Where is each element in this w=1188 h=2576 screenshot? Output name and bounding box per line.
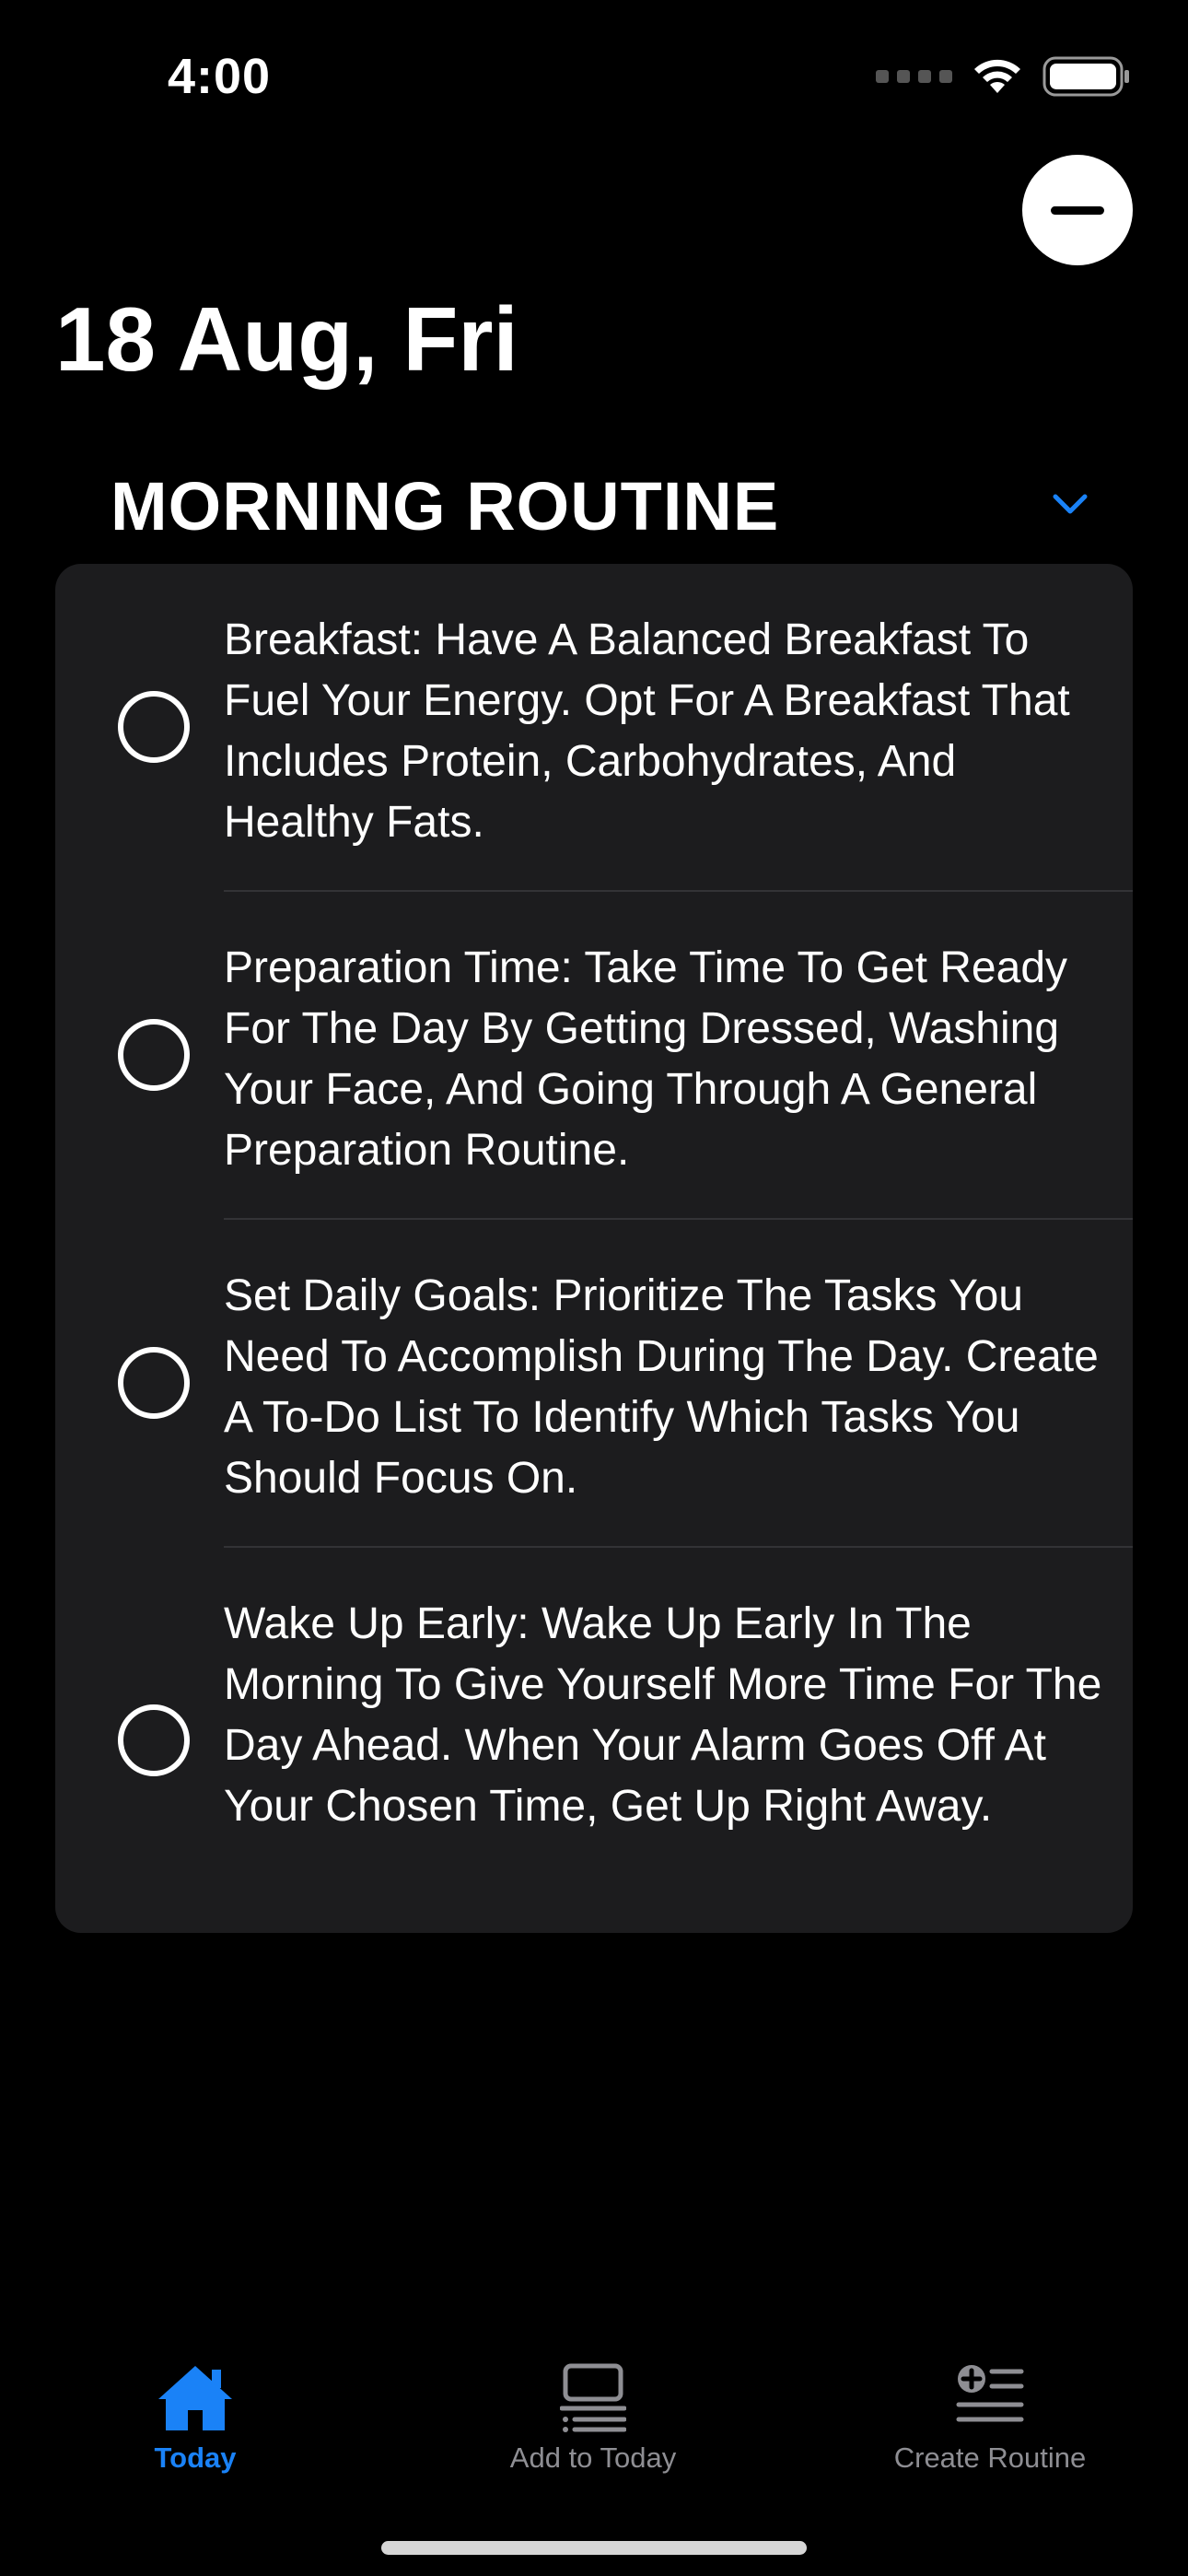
task-row-preparation[interactable]: Preparation Time: Take Time To Get Ready… [55,892,1133,1219]
page-title: 18 Aug, Fri [55,288,518,390]
status-bar: 4:00 [0,0,1188,147]
tab-today[interactable]: Today [57,2340,333,2488]
task-checkbox[interactable] [118,1019,190,1091]
plus-list-icon [956,2365,1024,2422]
task-row-wake-up[interactable]: Wake Up Early: Wake Up Early In The Morn… [55,1548,1133,1933]
tab-create-routine[interactable]: Create Routine [852,2340,1128,2488]
section-header[interactable]: MORNING ROUTINE [111,461,1089,553]
minus-icon [1051,205,1104,215]
tab-label: Create Routine [893,2441,1087,2474]
remove-button[interactable] [1022,155,1133,265]
status-icons [876,55,1131,98]
task-text: Wake Up Early: Wake Up Early In The Morn… [224,1599,1102,1831]
tab-label: Add to Today [509,2441,677,2474]
task-list: Breakfast: Have A Balanced Breakfast To … [55,564,1133,1933]
cellular-signal-icon [876,70,952,83]
status-time: 4:00 [168,49,272,104]
wifi-icon [971,56,1024,97]
task-text: Set Daily Goals: Prioritize The Tasks Yo… [224,1271,1099,1503]
house-fill-icon [158,2366,232,2430]
task-row-daily-goals[interactable]: Set Daily Goals: Prioritize The Tasks Yo… [55,1220,1133,1547]
task-row-breakfast[interactable]: Breakfast: Have A Balanced Breakfast To … [55,564,1133,891]
tab-add-to-today[interactable]: Add to Today [455,2340,731,2488]
section-title: MORNING ROUTINE [111,468,780,544]
tab-label: Today [154,2441,237,2474]
task-checkbox[interactable] [118,691,190,763]
tab-bar: Today Add to Today Create Routine [0,2340,1188,2524]
task-text: Breakfast: Have A Balanced Breakfast To … [224,615,1070,847]
chevron-down-icon[interactable] [1052,492,1089,521]
home-indicator[interactable] [381,2541,807,2555]
task-checkbox[interactable] [118,1347,190,1419]
task-text: Preparation Time: Take Time To Get Ready… [224,943,1068,1175]
battery-icon [1042,55,1131,98]
task-checkbox[interactable] [118,1704,190,1776]
list-laptop-icon [560,2363,626,2432]
